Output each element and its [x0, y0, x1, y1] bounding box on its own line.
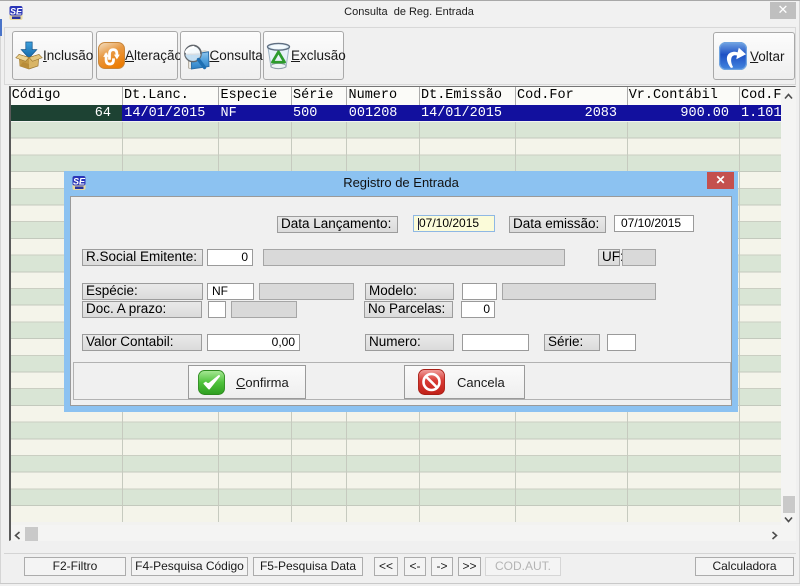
- svg-text:SE: SE: [10, 7, 23, 17]
- svg-text:SE: SE: [73, 177, 86, 187]
